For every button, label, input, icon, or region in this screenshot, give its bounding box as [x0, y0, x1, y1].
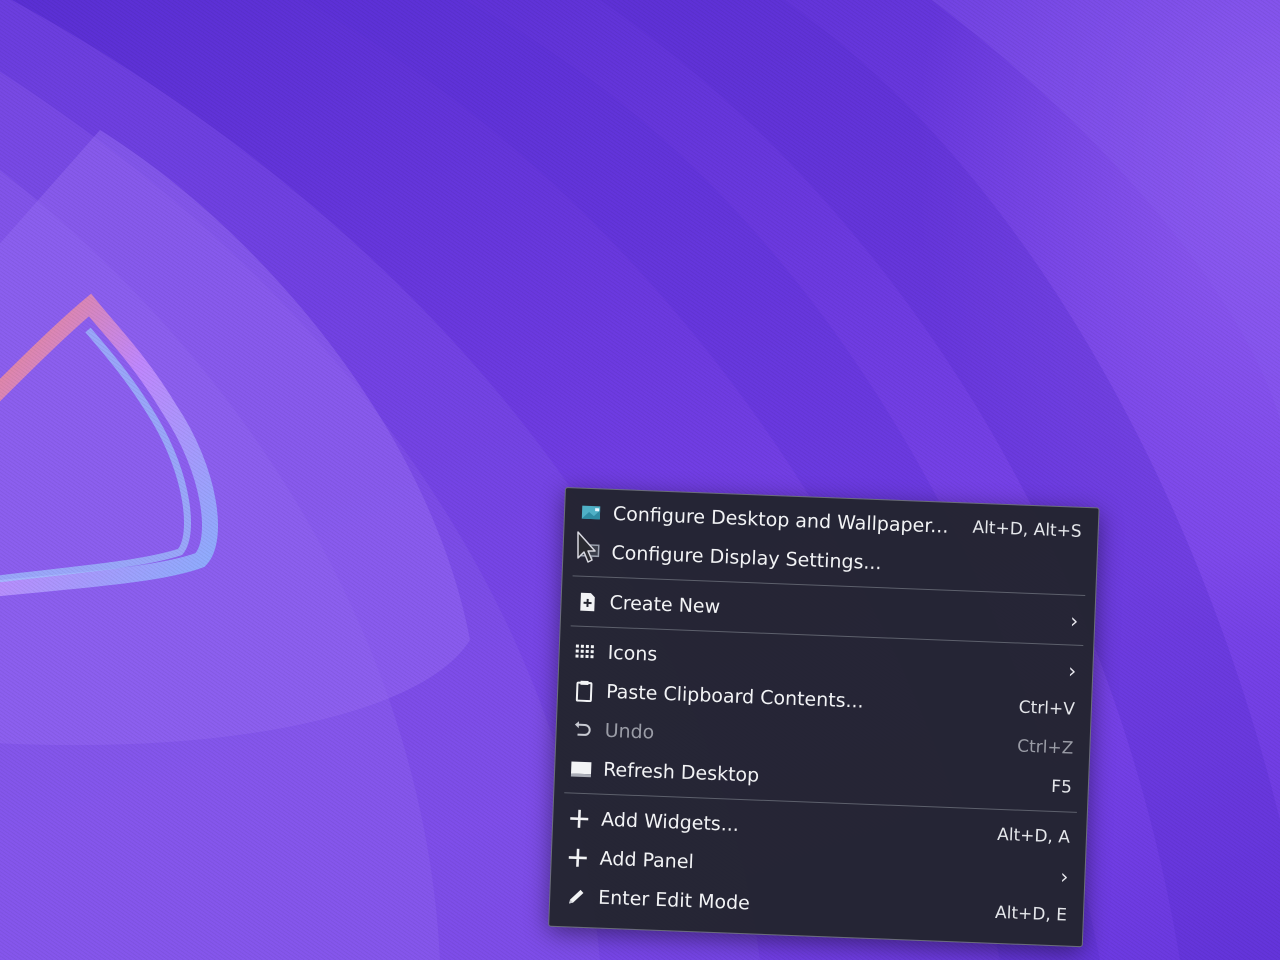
plus-icon [567, 806, 592, 831]
chevron-right-icon: › [1059, 863, 1069, 889]
menu-item-shortcut: Alt+D, A [996, 824, 1071, 848]
menu-item-label: Enter Edit Mode [597, 886, 751, 914]
chevron-right-icon: › [1069, 608, 1079, 633]
menu-item-create-new[interactable]: Create New › [561, 581, 1095, 640]
desktop-context-menu: Configure Desktop and Wallpaper... Alt+D… [548, 487, 1100, 948]
clipboard-icon [572, 678, 597, 703]
menu-item-shortcut: Alt+D, Alt+S [972, 517, 1083, 542]
menu-item-label: Configure Display Settings... [611, 541, 882, 574]
wallpaper-icon [579, 500, 604, 525]
plus-icon [565, 845, 590, 870]
menu-item-label: Undo [604, 719, 655, 744]
menu-item-shortcut: Alt+D, E [994, 902, 1068, 926]
menu-item-label: Refresh Desktop [602, 758, 760, 787]
menu-item-label: Paste Clipboard Contents... [605, 680, 865, 713]
menu-item-shortcut: Ctrl+V [1018, 697, 1076, 720]
chevron-right-icon: › [1067, 657, 1077, 683]
undo-icon [570, 717, 595, 742]
menu-item-label: Create New [609, 591, 721, 618]
mouse-pointer-icon [577, 531, 596, 563]
menu-item-shortcut: Ctrl+Z [1016, 736, 1074, 759]
pencil-icon [564, 884, 589, 909]
menu-item-label: Add Widgets... [600, 808, 740, 836]
new-file-icon [575, 589, 600, 614]
grid-icon [573, 639, 598, 664]
menu-item-label: Configure Desktop and Wallpaper... [612, 502, 949, 538]
menu-item-shortcut: F5 [1050, 776, 1073, 798]
refresh-desktop-icon [569, 756, 594, 781]
